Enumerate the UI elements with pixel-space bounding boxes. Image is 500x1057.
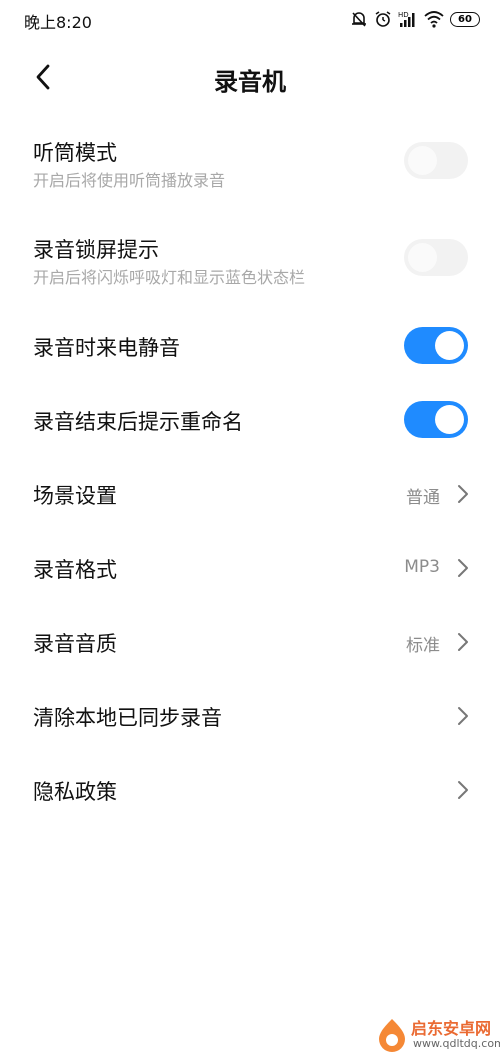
- chevron-right-icon: [458, 633, 468, 651]
- battery-icon: 60: [450, 11, 480, 27]
- setting-title: 录音锁屏提示: [33, 238, 159, 262]
- setting-format[interactable]: 录音格式 MP3: [0, 542, 500, 596]
- setting-title: 录音时来电静音: [33, 336, 180, 360]
- setting-quality[interactable]: 录音音质 标准: [0, 616, 500, 670]
- setting-title: 录音音质: [33, 632, 117, 656]
- status-icons: HD 60: [350, 8, 480, 30]
- wifi-icon: [424, 10, 444, 28]
- page-title: 录音机: [214, 68, 286, 96]
- setting-title: 录音结束后提示重命名: [33, 410, 243, 434]
- chevron-right-icon: [458, 485, 468, 503]
- chevron-right-icon: [458, 559, 468, 577]
- alarm-icon: [374, 10, 392, 28]
- setting-scene[interactable]: 场景设置 普通: [0, 468, 500, 522]
- setting-title: 录音格式: [33, 558, 117, 582]
- status-bar: 晚上8:20 HD 60: [0, 0, 500, 42]
- settings-page: 晚上8:20 HD 60 录音机 听筒模式 开启后将使用听筒播放录音 录音锁屏提…: [0, 0, 500, 1057]
- toggle-knob: [408, 146, 437, 175]
- status-time: 晚上8:20: [24, 13, 92, 32]
- hd-signal-icon: HD: [398, 10, 418, 28]
- setting-title: 清除本地已同步录音: [33, 706, 222, 730]
- watermark: 启东安卓网 www.qdltdq.com: [375, 1015, 500, 1057]
- setting-value: 普通: [406, 488, 440, 508]
- setting-subtitle: 开启后将使用听筒播放录音: [33, 171, 226, 190]
- watermark-name: 启东安卓网: [411, 1019, 492, 1038]
- setting-subtitle: 开启后将闪烁呼吸灯和显示蓝色状态栏: [33, 268, 306, 287]
- earpiece-mode-toggle[interactable]: [404, 142, 468, 179]
- lockscreen-hint-toggle[interactable]: [404, 239, 468, 276]
- setting-title: 场景设置: [33, 484, 117, 508]
- rename-prompt-toggle[interactable]: [404, 401, 468, 438]
- svg-text:HD: HD: [398, 11, 409, 19]
- watermark-url: www.qdltdq.com: [413, 1037, 500, 1050]
- setting-value: 标准: [406, 636, 440, 656]
- setting-title: 听筒模式: [33, 141, 117, 165]
- setting-earpiece-mode[interactable]: 听筒模式 开启后将使用听筒播放录音: [0, 125, 500, 213]
- setting-mute-calls[interactable]: 录音时来电静音: [0, 320, 500, 374]
- setting-value: MP3: [404, 557, 440, 577]
- setting-lockscreen-hint[interactable]: 录音锁屏提示 开启后将闪烁呼吸灯和显示蓝色状态栏: [0, 222, 500, 310]
- setting-clear-synced[interactable]: 清除本地已同步录音: [0, 690, 500, 744]
- setting-privacy[interactable]: 隐私政策: [0, 764, 500, 818]
- silent-bell-icon: [350, 10, 368, 28]
- chevron-right-icon: [458, 781, 468, 799]
- toggle-knob: [408, 243, 437, 272]
- watermark-logo-icon: [379, 1019, 405, 1052]
- setting-title: 隐私政策: [33, 780, 117, 804]
- header: 录音机: [0, 50, 500, 106]
- chevron-right-icon: [458, 707, 468, 725]
- toggle-knob: [435, 331, 464, 360]
- mute-calls-toggle[interactable]: [404, 327, 468, 364]
- toggle-knob: [435, 405, 464, 434]
- setting-rename-prompt[interactable]: 录音结束后提示重命名: [0, 394, 500, 448]
